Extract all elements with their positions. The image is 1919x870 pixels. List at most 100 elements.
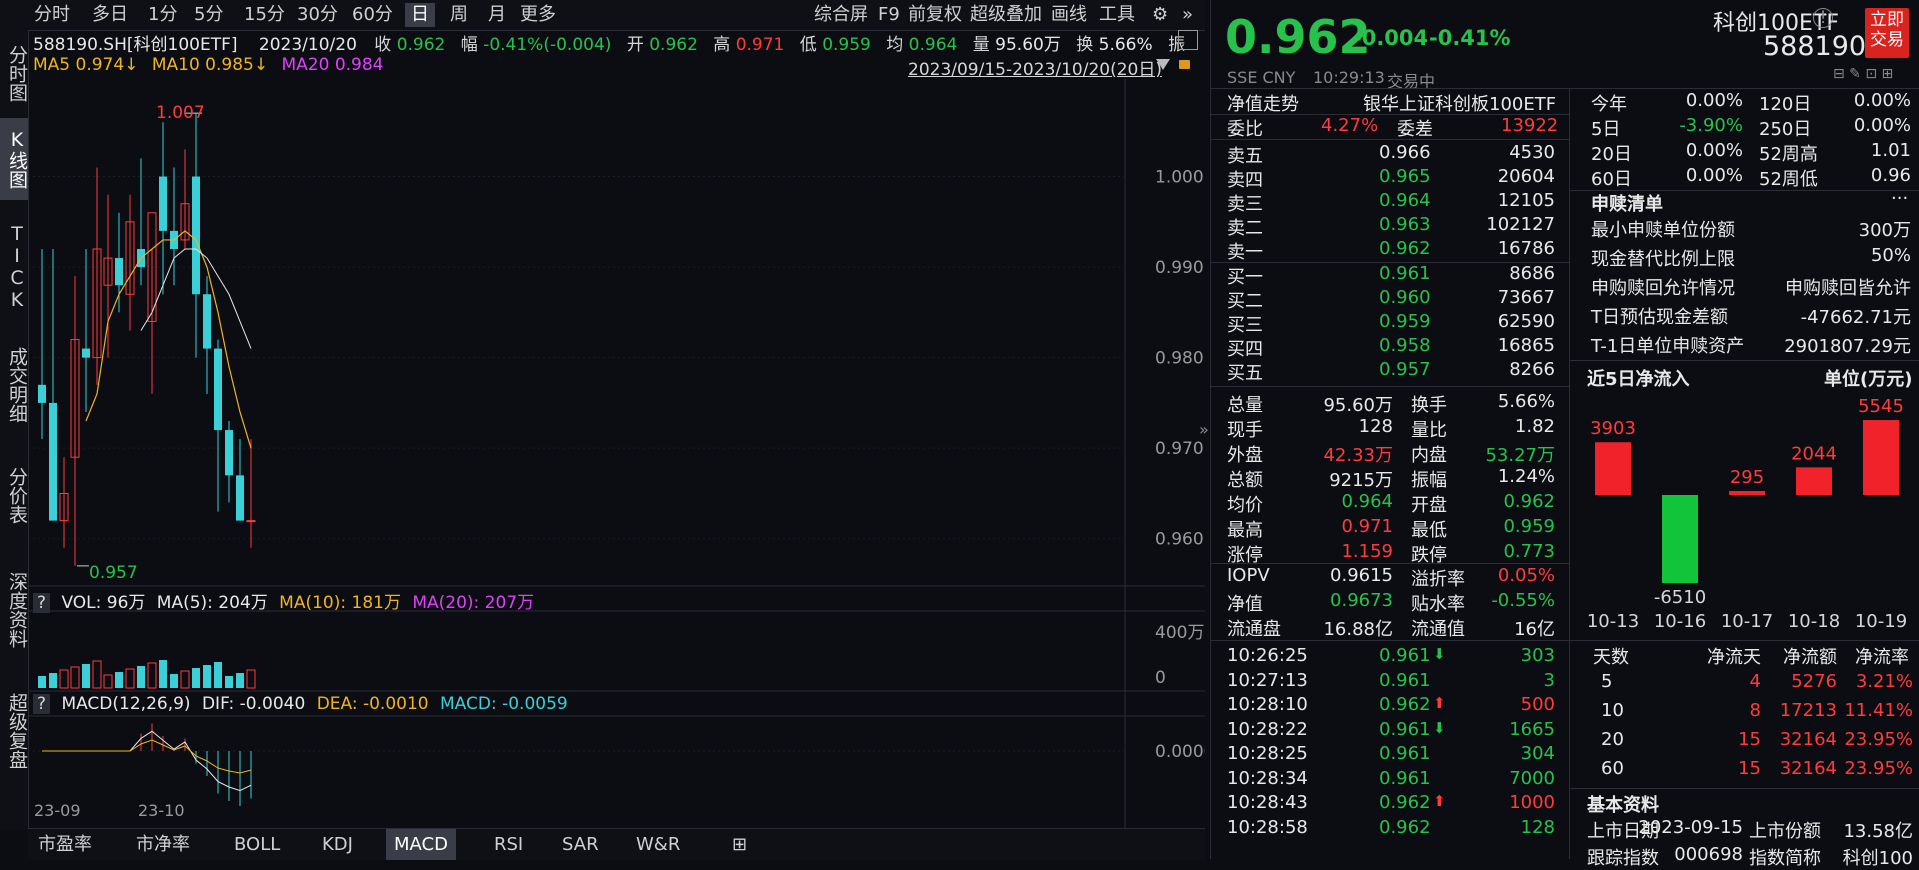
volume-bar[interactable]	[125, 668, 135, 689]
toolbar-mini-icons[interactable]: ⊟ ✎ ⊡ ⊞	[1833, 66, 1893, 82]
period-tab-1[interactable]: 多日	[86, 3, 134, 27]
arrow-up-icon: ⬆	[1433, 792, 1446, 810]
volume-bar[interactable]	[246, 669, 256, 689]
tool-button-0[interactable]: 综合屏	[808, 3, 874, 27]
flow-title: 近5日净流入	[1587, 369, 1690, 390]
candle-body[interactable]	[236, 475, 244, 521]
flow-bar[interactable]	[1729, 491, 1765, 495]
tool-button-3[interactable]: 超级叠加	[964, 3, 1048, 27]
period-tab-8[interactable]: 周	[444, 3, 474, 27]
flow-bar[interactable]	[1796, 467, 1832, 495]
volume-bar[interactable]	[49, 673, 57, 688]
kline-chart[interactable]: 1.000 0.990 0.980 0.970 0.960 1.007 0.957 400万 0…	[28, 78, 1205, 828]
candle-body[interactable]	[225, 430, 233, 476]
volume-bar[interactable]	[115, 672, 123, 688]
candle-body[interactable]	[203, 294, 211, 349]
volume-bar[interactable]	[170, 674, 178, 688]
gear-icon[interactable]: ⚙	[1146, 3, 1174, 27]
flow-bar[interactable]	[1863, 420, 1899, 495]
ask-price: 0.966	[1379, 142, 1431, 163]
flow-bar[interactable]	[1595, 442, 1631, 495]
flow-net-days: 8	[1749, 700, 1761, 721]
indicator-tab-2[interactable]: BOLL	[226, 829, 288, 860]
period-tab-2[interactable]: 1分	[142, 3, 183, 27]
info-icon[interactable]: !	[1813, 8, 1833, 28]
volume-bar[interactable]	[147, 662, 157, 689]
nav-label[interactable]: 净值走势	[1227, 90, 1299, 116]
date-range-selector[interactable]: 2023/09/15-2023/10/20(20日)	[908, 55, 1162, 80]
candle-body[interactable]	[246, 520, 256, 523]
candle-body[interactable]	[38, 384, 46, 403]
iopv-label: 溢折率	[1411, 569, 1465, 590]
lock-icon[interactable]	[1179, 60, 1190, 69]
volume-bar[interactable]	[203, 665, 211, 688]
volume-bar[interactable]	[103, 674, 113, 689]
flow-net-rate: 23.95%	[1844, 729, 1913, 750]
volume-bar[interactable]	[236, 673, 244, 688]
volume-bar[interactable]	[137, 666, 145, 688]
period-tab-3[interactable]: 5分	[188, 3, 229, 27]
volume-bar[interactable]	[159, 660, 167, 688]
indicator-tab-6[interactable]: SAR	[554, 829, 607, 860]
perf-value: 1.01	[1870, 140, 1911, 161]
period-tab-5[interactable]: 30分	[291, 3, 344, 27]
left-tab-5[interactable]: 深度资料	[0, 554, 28, 666]
left-tab-0[interactable]: 分时图	[0, 36, 28, 110]
volume-bar[interactable]	[82, 664, 90, 688]
help-icon[interactable]: ?	[33, 694, 51, 714]
tick-price: 0.962	[1379, 816, 1431, 838]
candle-body[interactable]	[214, 348, 222, 431]
stat-value: 0.773	[1503, 541, 1555, 562]
volume-bar[interactable]	[70, 666, 80, 689]
left-tab-3[interactable]: 成交明细	[0, 330, 28, 440]
candle-body[interactable]	[159, 176, 167, 231]
candle-body[interactable]	[192, 176, 200, 295]
stat-value: 9215万	[1329, 470, 1393, 491]
indicator-tab-3[interactable]: KDJ	[314, 829, 361, 860]
tool-button-2[interactable]: 前复权	[902, 3, 968, 27]
period-tab-10[interactable]: 更多	[514, 3, 562, 27]
indicator-tab-4[interactable]: MACD	[386, 829, 456, 860]
stat-label: 振幅	[1411, 470, 1447, 491]
trade-now-button[interactable]: 立即交易	[1865, 8, 1909, 58]
flow-days: 5	[1601, 671, 1613, 692]
layout-icon[interactable]	[1178, 30, 1198, 50]
volume-bar[interactable]	[214, 662, 222, 688]
volume-bar[interactable]	[59, 669, 69, 689]
expand-icon[interactable]: »	[1176, 3, 1199, 27]
left-tab-6[interactable]: 超级复盘	[0, 676, 28, 786]
collapse-panel-icon[interactable]: »	[1199, 420, 1209, 439]
period-tab-4[interactable]: 15分	[238, 3, 291, 27]
left-tab-2[interactable]: TICK	[0, 220, 28, 314]
period-tab-7[interactable]: 日	[405, 3, 435, 27]
iopv-value: 0.9673	[1330, 590, 1393, 611]
indicator-tab-1[interactable]: 市净率	[128, 829, 198, 860]
dropdown-arrow-icon[interactable]	[1156, 59, 1170, 70]
tool-button-1[interactable]: F9	[872, 3, 906, 27]
indicator-tab-0[interactable]: 市盈率	[30, 829, 100, 860]
period-tab-9[interactable]: 月	[482, 3, 512, 27]
volume-bar[interactable]	[225, 676, 233, 688]
candle-body[interactable]	[115, 258, 123, 286]
volume-bar[interactable]	[92, 660, 102, 689]
more-icon[interactable]: ···	[1891, 188, 1908, 209]
period-tab-6[interactable]: 60分	[346, 3, 399, 27]
candle-body[interactable]	[49, 402, 57, 521]
tool-button-4[interactable]: 画线	[1045, 3, 1093, 27]
tick-time: 10:28:10	[1227, 694, 1308, 715]
volume-bar[interactable]	[38, 676, 46, 688]
indicator-tab-5[interactable]: RSI	[486, 829, 531, 860]
redeem-label: T日预估现金差额	[1591, 307, 1728, 328]
candle-body[interactable]	[82, 348, 90, 358]
tool-button-5[interactable]: 工具	[1093, 3, 1141, 27]
flow-bar[interactable]	[1662, 495, 1698, 583]
volume-bar[interactable]	[192, 668, 200, 688]
volume-bar[interactable]	[180, 670, 190, 689]
indicator-tab-7[interactable]: W&R	[628, 829, 688, 860]
period-tab-0[interactable]: 分时	[28, 3, 76, 27]
help-icon[interactable]: ?	[33, 593, 51, 613]
dif-line	[42, 730, 252, 792]
left-tab-1[interactable]: K线图	[0, 118, 28, 200]
left-tab-4[interactable]: 分价表	[0, 450, 28, 540]
add-indicator-icon[interactable]: ⊞	[724, 829, 755, 860]
